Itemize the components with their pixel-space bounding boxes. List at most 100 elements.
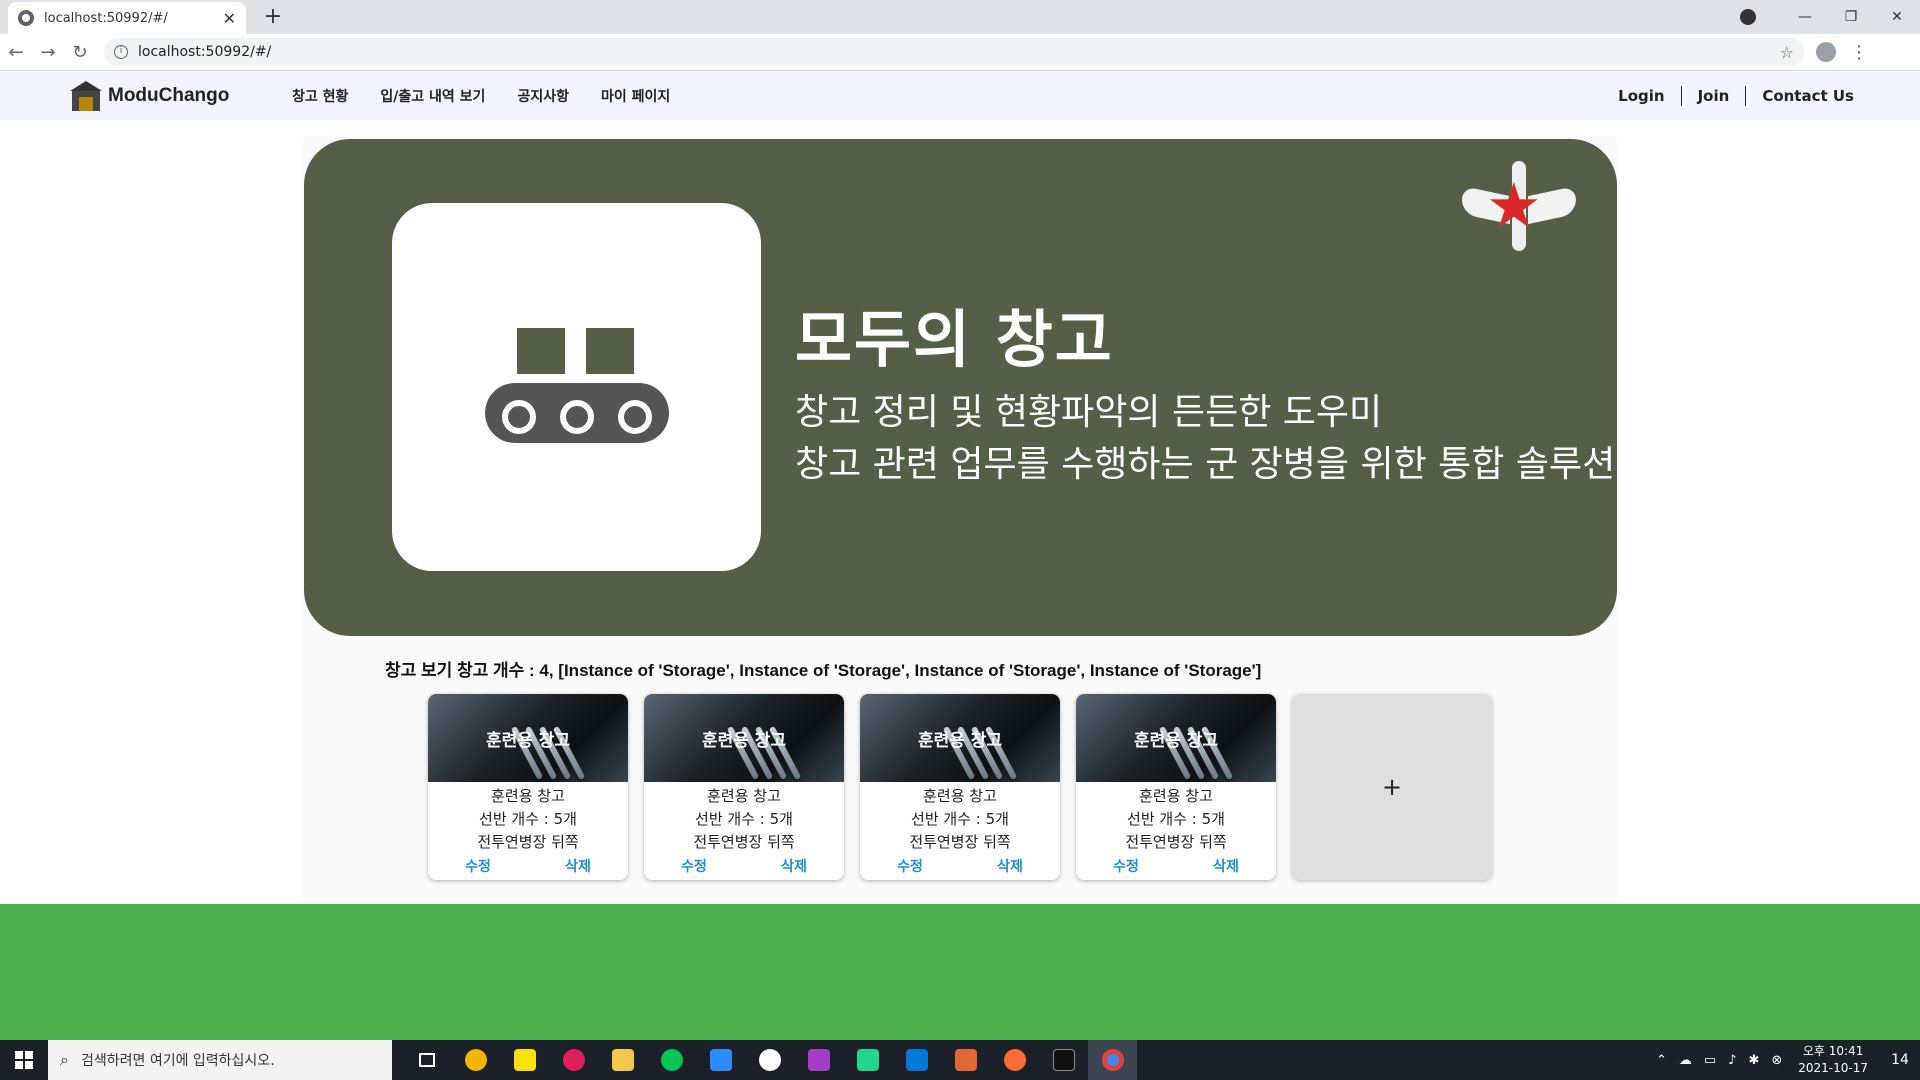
window-controls: — ❐ ✕ (1740, 0, 1920, 34)
close-tab-icon[interactable]: ✕ (223, 9, 236, 28)
kebab-menu-icon[interactable]: ⋮ (1850, 42, 1868, 63)
card-name: 훈련용 창고 (1139, 787, 1213, 805)
card-thumbnail-title: 훈련용 창고 (1133, 731, 1219, 751)
add-storage-button[interactable]: + (1292, 694, 1492, 880)
reload-icon[interactable]: ↻ (64, 42, 96, 63)
tab-search-icon[interactable] (1740, 9, 1756, 25)
hero-banner: ★ 모두의 창고 창고 정리 및 현황파악의 든든한 도우미 창고 관련 업무를… (304, 139, 1617, 636)
globe-icon (18, 10, 34, 26)
chevron-up-icon[interactable]: ⌃ (1656, 1053, 1667, 1068)
edit-button[interactable]: 수정 (681, 856, 707, 876)
conveyor-belt-icon (485, 328, 669, 453)
new-tab-button[interactable]: + (260, 4, 286, 30)
windows-taskbar: ⌕ 검색하려면 여기에 입력하십시오. ⌃ ☁ ▭ ♪ ✱ ⊗ 오후 10:41… (0, 1040, 1920, 1080)
card-shelves: 선반 개수 : 5개 (911, 810, 1009, 828)
zoom-icon[interactable] (696, 1040, 745, 1080)
tab-title: localhost:50992/#/ (44, 10, 168, 26)
minimize-button[interactable]: — (1782, 9, 1828, 25)
bookmark-star-icon[interactable]: ☆ (1780, 43, 1794, 62)
file-explorer-icon[interactable] (598, 1040, 647, 1080)
task-view-icon[interactable] (402, 1040, 451, 1080)
system-tray: ⌃ ☁ ▭ ♪ ✱ ⊗ 오후 10:41 2021-10-17 14 (1650, 1040, 1920, 1080)
close-window-button[interactable]: ✕ (1874, 9, 1920, 25)
url-input[interactable]: i localhost:50992/#/ ☆ (104, 38, 1804, 66)
notification-icon[interactable]: 14 (1880, 1052, 1920, 1068)
brand-name: ModuChango (108, 85, 230, 106)
nav-storage-status[interactable]: 창고 현황 (292, 86, 348, 106)
clock-time: 오후 10:41 (1802, 1044, 1864, 1058)
card-shelves: 선반 개수 : 5개 (479, 810, 577, 828)
storage-card[interactable]: 훈련용 창고 훈련용 창고 선반 개수 : 5개 전투연병장 뒤쪽 수정 삭제 (860, 694, 1060, 880)
nav-inout-history[interactable]: 입/출고 내역 보기 (380, 86, 485, 106)
card-name: 훈련용 창고 (491, 787, 565, 805)
clock-date: 2021-10-17 (1798, 1061, 1868, 1075)
maximize-button[interactable]: ❐ (1828, 9, 1874, 25)
edit-button[interactable]: 수정 (897, 856, 923, 876)
card-shelves: 선반 개수 : 5개 (695, 810, 793, 828)
nav-notices[interactable]: 공지사항 (517, 86, 569, 106)
storage-summary: 창고 보기 창고 개수 : 4, [Instance of 'Storage',… (385, 661, 1262, 680)
url-text: localhost:50992/#/ (138, 44, 272, 60)
card-thumbnail-title: 훈련용 창고 (701, 731, 787, 751)
edit-button[interactable]: 수정 (1113, 856, 1139, 876)
slack-icon[interactable] (549, 1040, 598, 1080)
storage-card[interactable]: 훈련용 창고 훈련용 창고 선반 개수 : 5개 전투연병장 뒤쪽 수정 삭제 (428, 694, 628, 880)
hero-subtitle: 창고 정리 및 현황파악의 든든한 도우미 창고 관련 업무를 수행하는 군 장… (795, 387, 1615, 491)
browser-tab[interactable]: localhost:50992/#/ ✕ (8, 2, 246, 34)
contact-link[interactable]: Contact Us (1746, 87, 1854, 105)
notification-count: 14 (1891, 1052, 1909, 1068)
nav-my-page[interactable]: 마이 페이지 (601, 86, 670, 106)
pycharm-icon[interactable] (843, 1040, 892, 1080)
search-icon: ⌕ (60, 1050, 69, 1069)
kakaotalk-icon[interactable] (500, 1040, 549, 1080)
postman-icon[interactable] (990, 1040, 1039, 1080)
matlab-icon[interactable] (941, 1040, 990, 1080)
terminal-icon[interactable] (1039, 1040, 1088, 1080)
footer-band (0, 904, 1920, 1040)
taskbar-search-input[interactable]: ⌕ 검색하려면 여기에 입력하십시오. (48, 1040, 392, 1080)
start-button[interactable] (0, 1040, 48, 1080)
close-circle-icon[interactable]: ⊗ (1771, 1053, 1782, 1068)
volume-icon[interactable]: ♪ (1728, 1053, 1736, 1068)
taskbar-clock[interactable]: 오후 10:41 2021-10-17 (1798, 1043, 1868, 1077)
hero-title: 모두의 창고 (795, 303, 1114, 376)
search-placeholder: 검색하려면 여기에 입력하십시오. (80, 1053, 275, 1069)
app-navbar: ModuChango 창고 현황 입/출고 내역 보기 공지사항 마이 페이지 … (0, 71, 1920, 120)
card-thumbnail-title: 훈련용 창고 (485, 731, 571, 751)
windows-logo-icon (15, 1051, 33, 1069)
delete-button[interactable]: 삭제 (997, 856, 1023, 876)
login-link[interactable]: Login (1602, 87, 1680, 105)
taskbar-apps (402, 1040, 1137, 1080)
auth-links: Login Join Contact Us (1602, 71, 1854, 120)
brand-logo[interactable]: ModuChango (70, 81, 229, 111)
chrome-canary-icon[interactable] (451, 1040, 500, 1080)
delete-button[interactable]: 삭제 (565, 856, 591, 876)
join-link[interactable]: Join (1682, 87, 1746, 105)
delete-button[interactable]: 삭제 (781, 856, 807, 876)
card-location: 전투연병장 뒤쪽 (477, 833, 579, 851)
line-icon[interactable] (647, 1040, 696, 1080)
storage-card[interactable]: 훈련용 창고 훈련용 창고 선반 개수 : 5개 전투연병장 뒤쪽 수정 삭제 (1076, 694, 1276, 880)
word-icon[interactable] (745, 1040, 794, 1080)
network-icon[interactable]: ▭ (1704, 1053, 1716, 1068)
army-emblem-icon: ★ (1460, 161, 1578, 257)
card-name: 훈련용 창고 (707, 787, 781, 805)
app-tray-icon[interactable]: ✱ (1748, 1053, 1759, 1068)
card-location: 전투연병장 뒤쪽 (1125, 833, 1227, 851)
hero-subtitle-line: 창고 정리 및 현황파악의 든든한 도우미 (795, 392, 1383, 433)
onedrive-icon[interactable]: ☁ (1679, 1053, 1692, 1068)
card-shelves: 선반 개수 : 5개 (1127, 810, 1225, 828)
back-icon[interactable]: ← (0, 42, 32, 63)
edit-button[interactable]: 수정 (465, 856, 491, 876)
forward-icon[interactable]: → (32, 42, 64, 63)
hero-icon-card (392, 203, 761, 571)
intellij-icon[interactable] (794, 1040, 843, 1080)
card-location: 전투연병장 뒤쪽 (693, 833, 795, 851)
storage-card[interactable]: 훈련용 창고 훈련용 창고 선반 개수 : 5개 전투연병장 뒤쪽 수정 삭제 (644, 694, 844, 880)
info-icon[interactable]: i (114, 45, 128, 59)
delete-button[interactable]: 삭제 (1213, 856, 1239, 876)
profile-avatar-icon[interactable] (1816, 42, 1836, 62)
vscode-icon[interactable] (892, 1040, 941, 1080)
chrome-icon[interactable] (1088, 1040, 1137, 1080)
warehouse-icon (70, 81, 102, 111)
